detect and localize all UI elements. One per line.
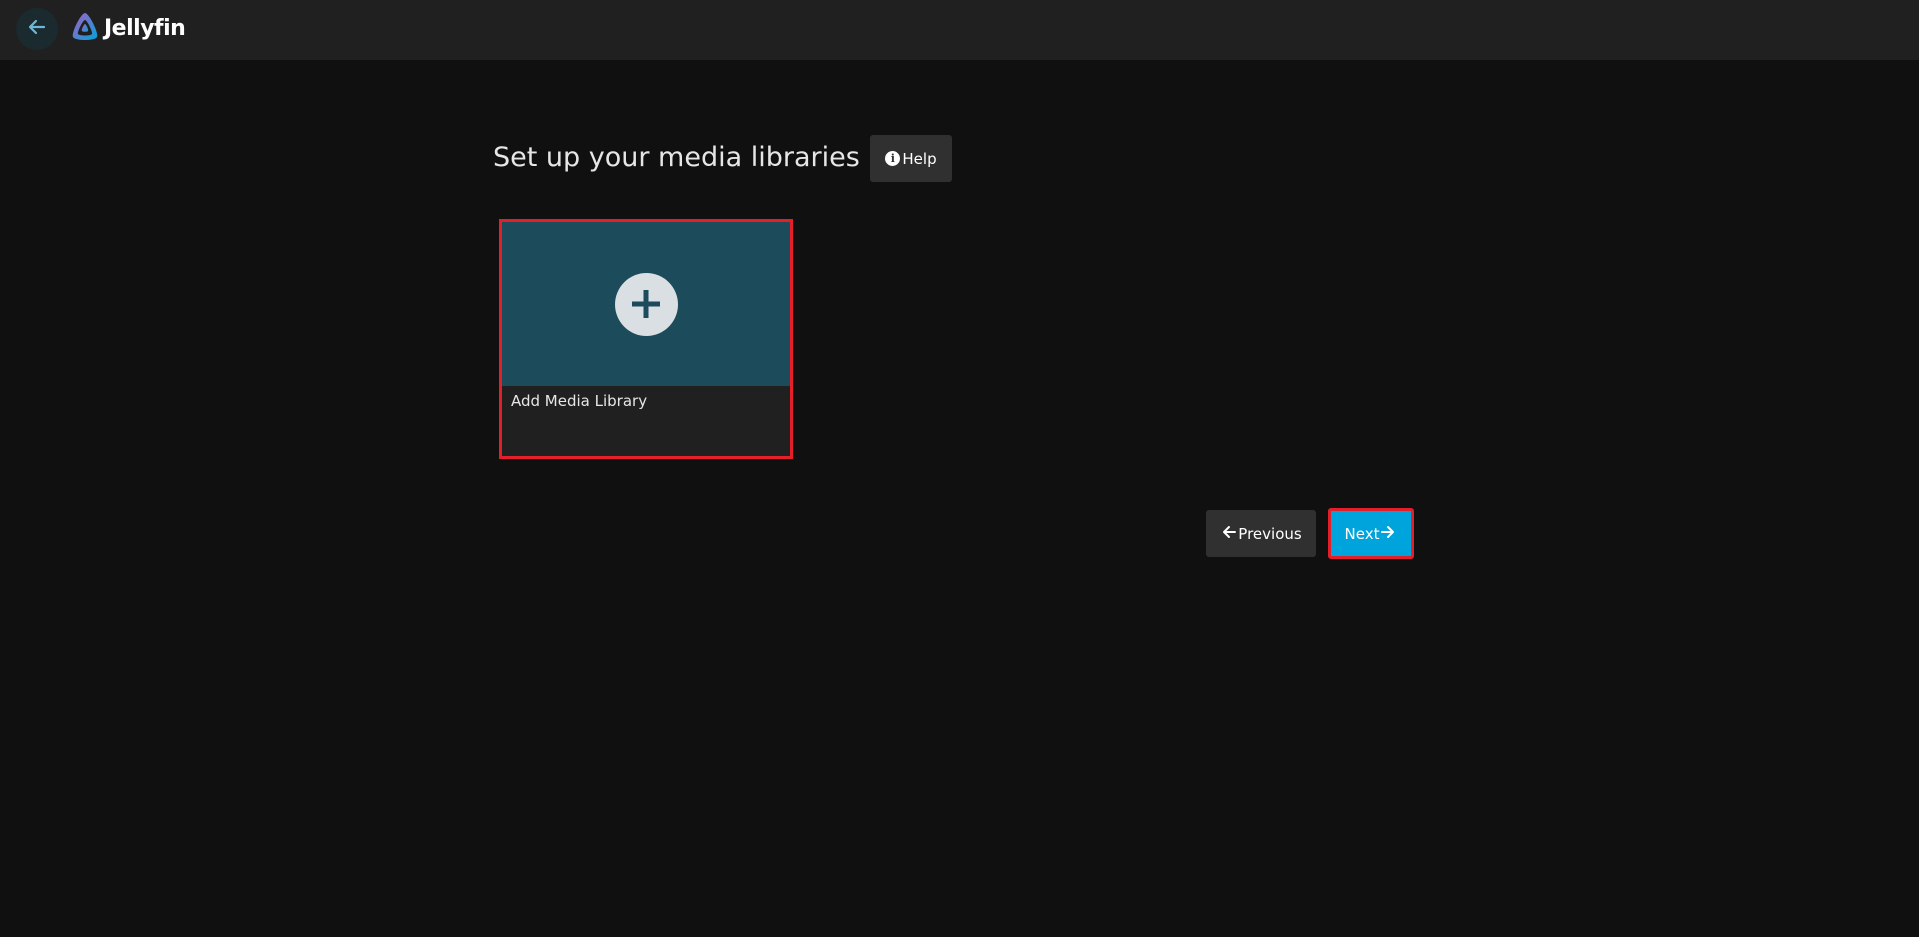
previous-button[interactable]: Previous <box>1206 510 1316 557</box>
arrow-left-icon <box>1222 525 1237 543</box>
card-label: Add Media Library <box>511 392 648 410</box>
arrow-left-icon <box>27 17 47 41</box>
plus-icon <box>614 272 678 336</box>
help-label: Help <box>902 149 937 168</box>
app-name: Jellyfin <box>104 15 186 41</box>
help-button[interactable]: i Help <box>870 135 952 182</box>
info-icon: i <box>885 151 901 166</box>
add-media-library-card[interactable]: Add Media Library <box>499 219 793 459</box>
next-button[interactable]: Next <box>1328 508 1414 559</box>
arrow-right-icon <box>1381 525 1395 543</box>
previous-label: Previous <box>1238 524 1302 543</box>
next-label: Next <box>1344 524 1380 543</box>
page-title: Set up your media libraries <box>493 142 860 173</box>
card-image <box>502 222 790 386</box>
back-button[interactable] <box>16 8 58 50</box>
jellyfin-logo-icon <box>70 11 100 45</box>
top-bar: Jellyfin <box>0 0 1919 60</box>
app-logo[interactable]: Jellyfin <box>70 11 186 45</box>
